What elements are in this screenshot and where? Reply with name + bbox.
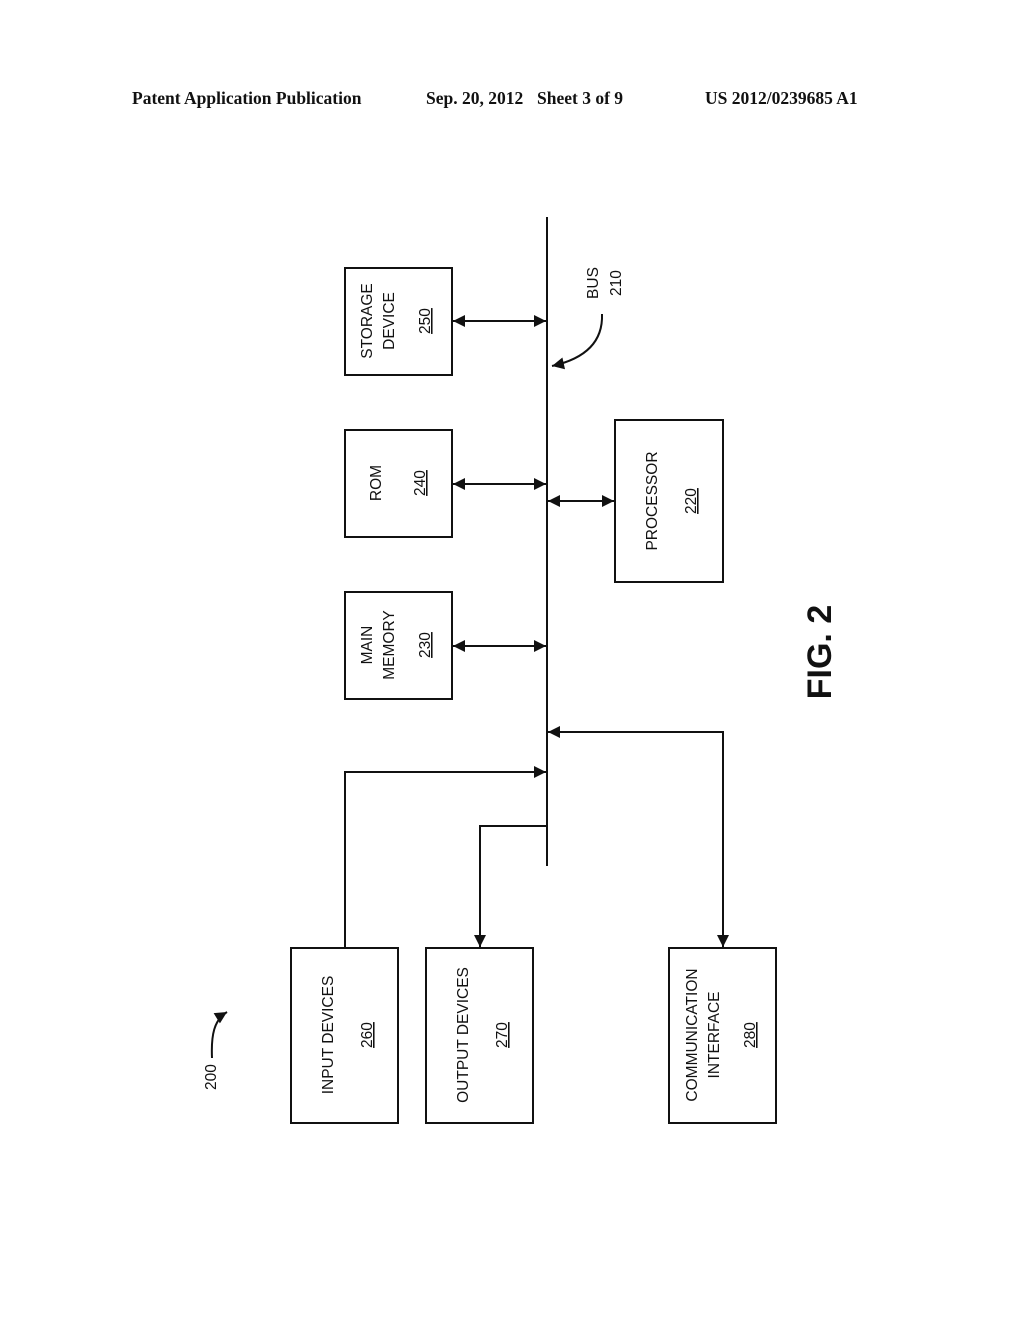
figure-label: FIG. 2	[801, 605, 839, 699]
input-devices-block: INPUT DEVICES 260	[290, 947, 399, 1124]
output-devices-block: OUTPUT DEVICES 270	[425, 947, 534, 1124]
output-devices-label: OUTPUT DEVICES	[455, 967, 472, 1103]
storage-label-2: DEVICE	[381, 292, 398, 350]
input-to-bus-arrow	[344, 766, 546, 947]
bus-name: BUS	[585, 267, 602, 299]
main-memory-label-2: MEMORY	[381, 610, 398, 679]
bus-leader-arrow	[551, 313, 604, 370]
input-devices-ref: 260	[359, 1022, 376, 1048]
storage-label-1: STORAGE	[359, 283, 376, 359]
processor-ref: 220	[683, 488, 700, 514]
comm-bus-arrow	[548, 726, 729, 947]
block-diagram: STORAGE DEVICE 250 ROM 240 MAIN MEMORY 2…	[203, 217, 839, 1124]
main-memory-block: MAIN MEMORY 230	[344, 591, 453, 700]
system-ref: 200	[203, 1064, 220, 1090]
processor-block: PROCESSOR 220	[614, 419, 724, 583]
storage-device-block: STORAGE DEVICE 250	[344, 267, 453, 376]
communication-ref: 280	[742, 1022, 759, 1048]
output-devices-ref: 270	[494, 1022, 511, 1048]
communication-interface-block: COMMUNICATION INTERFACE 280	[668, 947, 777, 1124]
rom-block: ROM 240	[344, 429, 453, 538]
processor-label: PROCESSOR	[644, 451, 661, 550]
system-ref-label: 200	[203, 1064, 220, 1090]
bus-to-output-arrow	[474, 825, 547, 947]
system-ref-arrow	[210, 1011, 228, 1059]
rom-label: ROM	[368, 465, 385, 501]
communication-label-1: COMMUNICATION	[684, 968, 701, 1101]
figure-title: FIG. 2	[801, 605, 839, 699]
communication-label-2: INTERFACE	[706, 992, 723, 1079]
storage-ref: 250	[417, 308, 434, 334]
rom-ref: 240	[412, 470, 429, 496]
bus-ref: 210	[608, 270, 625, 296]
bus-label: BUS 210	[585, 267, 625, 299]
main-memory-label-1: MAIN	[359, 626, 376, 665]
main-memory-ref: 230	[417, 632, 434, 658]
input-devices-label: INPUT DEVICES	[320, 976, 337, 1095]
